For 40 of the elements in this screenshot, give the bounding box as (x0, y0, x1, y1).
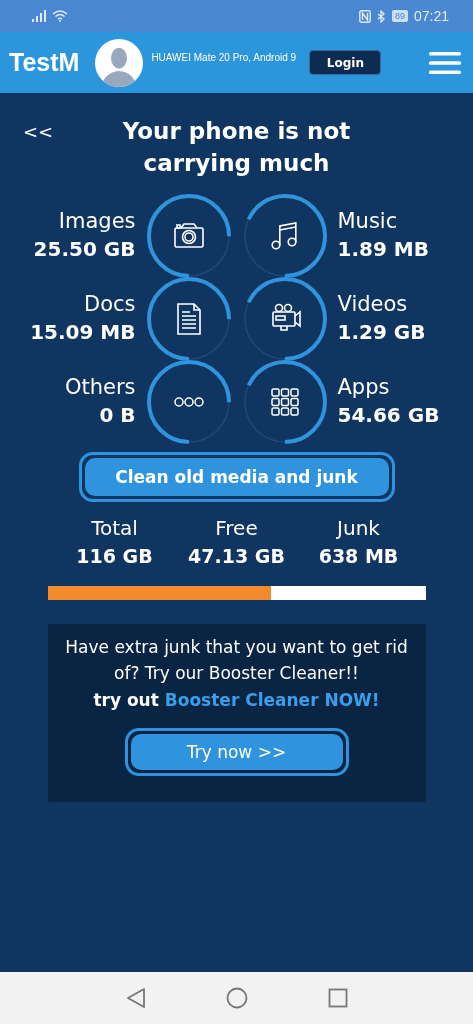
category-label: Docs (84, 290, 136, 318)
back-icon[interactable] (125, 987, 146, 1009)
summary-label: Free (215, 515, 258, 542)
promo-cta-text: try out (93, 690, 159, 710)
more-dots-icon (172, 396, 205, 408)
category-size: 25.50 GB (33, 235, 136, 263)
category-size: 54.66 GB (337, 401, 440, 429)
signal-icon (32, 10, 46, 22)
summary-value: 47.13 GB (188, 544, 285, 569)
category-size: 0 B (99, 401, 136, 429)
recents-icon[interactable] (327, 988, 348, 1008)
try-now-button[interactable]: Try now >> (124, 728, 349, 776)
wifi-icon (52, 10, 68, 22)
nfc-icon (358, 9, 371, 23)
battery-icon: 89 (391, 10, 408, 22)
category-label: Apps (337, 373, 390, 401)
category-label: Images (58, 207, 136, 235)
menu-icon[interactable] (429, 50, 461, 75)
status-time: 07:21 (413, 8, 449, 24)
category-label: Videos (337, 290, 408, 318)
back-link[interactable]: << (23, 121, 54, 142)
summary-label: Junk (337, 515, 380, 542)
category-label: Others (64, 373, 136, 401)
home-icon[interactable] (225, 987, 248, 1009)
promo-text: Have extra junk that you want to get rid of? Try our Booster Cleaner!! (64, 636, 409, 685)
device-name: HUAWEI Mate 20 Pro, Android 9 (151, 52, 298, 63)
category-size: 15.09 MB (30, 318, 136, 346)
clean-button[interactable]: Clean old media and junk (78, 452, 395, 502)
category-size: 1.29 GB (337, 318, 426, 346)
bluetooth-icon (376, 9, 386, 23)
category-label: Music (337, 207, 398, 235)
summary-value: 116 GB (76, 544, 153, 569)
login-button[interactable]: Login (309, 50, 382, 75)
promo-cta-link[interactable]: Booster Cleaner NOW! (164, 690, 380, 710)
page-title: Your phone is not carrying much (121, 117, 352, 178)
app-logo: TestM (9, 48, 80, 77)
avatar-icon[interactable] (95, 38, 144, 87)
summary-label: Total (91, 515, 138, 542)
category-size: 1.89 MB (337, 235, 429, 263)
summary-value: 638 MB (318, 544, 399, 569)
